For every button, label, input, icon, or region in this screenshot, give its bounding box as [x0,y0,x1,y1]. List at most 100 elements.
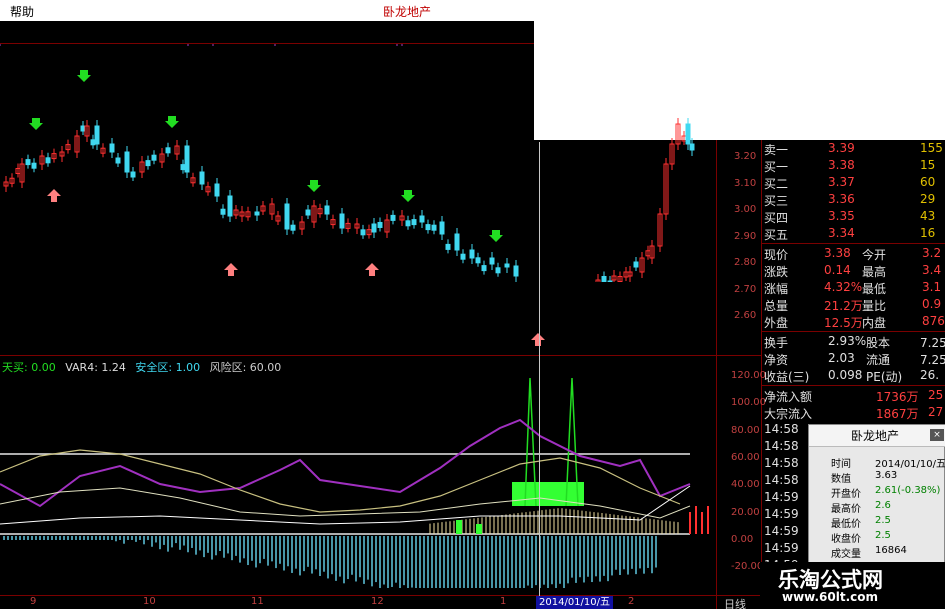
stat-value: 0.14 [824,263,851,277]
stat-value: 3.38 [824,246,851,260]
candle-body [390,214,396,221]
price-tick-label: 2.60 [734,310,757,321]
stock-title: 卧龙地产 [383,5,432,19]
candle-body [130,171,136,178]
sell-signal-arrow-icon [29,118,43,130]
order-volume: 15 [920,158,936,172]
month-label: 9 [30,596,37,607]
candle-body [504,263,510,268]
candle-body [481,265,487,272]
stat-value: 21.2万 [824,299,863,313]
candle-body [214,183,220,197]
stat-value: 8760 [922,314,945,328]
candle-body [360,229,366,236]
candle-body [489,257,495,265]
candle-body [513,265,519,277]
crosshair-vertical [539,142,540,600]
month-label: 12 [371,596,384,607]
watermark: 乐淘公式网 www.60lt.com [760,562,945,609]
tick-time: 14:59 [764,541,799,555]
candle-body [184,145,190,173]
candle-body [145,160,151,167]
stat-label: 内盘 [862,316,887,330]
order-price: 3.34 [828,226,855,240]
sell-signal-arrow-icon [489,230,503,242]
stat-row: 涨幅 4.32% 最低 3.1 [762,279,945,297]
legend-safe-zone: 安全区: 1.00 [135,361,201,374]
signal-block [456,520,462,534]
candle-body [425,224,431,231]
tick-time: 14:59 [764,507,799,521]
finance-label: 流通 [866,353,891,367]
finance-value: 26. [920,368,940,382]
period-selector[interactable]: 日线 [724,596,746,609]
finance-row: 换手 2.93%股本 7.25亿 [762,333,945,351]
indicator-legend: 天买: 0.00 VAR4: 1.24 安全区: 1.00 风险区: 60.00 [2,359,287,375]
popup-row: 收盘价 2.5 [809,530,945,545]
tick-time: 14:58 [764,473,799,487]
indicator-tick-label: 40.00 [731,479,760,491]
sell-signal-arrow-icon [307,180,321,192]
stat-label: 最低 [862,282,887,296]
stat-row: 涨跌 0.14 最高 3.4 [762,262,945,280]
candle-body [220,208,226,215]
buy-signal-arrow-icon [365,263,379,276]
candle-body [445,243,451,250]
popup-value: 3.63 [875,470,898,481]
candle-body [227,195,233,217]
legend-var4: VAR4: 1.24 [65,361,126,374]
tick-time: 14:58 [764,439,799,453]
finance-label: PE(动) [866,370,903,384]
candle-body [460,253,466,260]
flow-value: 1736万 [876,390,919,404]
indicator-tick-label: 0.00 [731,533,754,545]
buy-signal-arrow-icon [224,263,238,276]
legend-tianmai: 天买: 0.00 [2,361,56,374]
candle-body [689,143,695,151]
price-tick-label: 2.80 [734,257,757,268]
order-price: 3.37 [828,175,855,189]
candle-body [31,162,37,169]
price-tick-label: 3.20 [734,151,757,162]
data-popup[interactable]: 卧龙地产 × 时间 2014/01/10/五 数值 3.63 开盘价 2.61(-0.38… [808,424,945,564]
order-book-row: 买五 3.34 16 [762,225,945,243]
popup-close-button[interactable]: × [930,429,944,441]
popup-row: 时间 2014/01/10/五 [809,455,945,470]
stat-value: 4.32% [824,280,863,294]
price-axis-divider [716,140,717,609]
candle-body [25,159,31,166]
stat-label: 涨跌 [764,265,789,279]
quote-separator [762,243,945,244]
indicator-chart[interactable] [0,356,716,596]
order-volume: 29 [920,192,936,206]
candle-body [419,215,425,223]
stat-value: 3.2 [922,246,942,260]
order-volume: 43 [920,209,936,223]
finance-label: 收益(三) [764,370,810,384]
candle-body [254,211,260,216]
flow-label: 净流入额 [764,390,813,404]
order-book-row: 买二 3.37 60 [762,174,945,192]
stat-row: 总量 21.2万 量比 0.9 [762,296,945,314]
order-label: 卖一 [764,143,789,157]
tick-time: 14:58 [764,456,799,470]
popup-value: 2.61(-0.38%) [875,485,941,496]
sell-signal-arrow-icon [401,190,415,202]
finance-value: 2.03 [828,351,855,365]
quote-separator [762,331,945,332]
stat-label: 总量 [764,299,789,313]
candle-body [45,157,51,164]
finance-row: 净资 2.03 流通 7.25亿 [762,350,945,368]
tick-time: 14:58 [764,422,799,436]
candle-body [305,209,311,216]
menu-bar: 帮助 卧龙地产 [0,0,534,21]
popup-value: 2.6 [875,500,891,511]
candle-body [115,157,121,164]
order-price: 3.36 [828,192,855,206]
stat-value: 3.1 [922,280,942,294]
menu-help[interactable]: 帮助 [10,3,34,20]
order-volume: 155 [920,141,943,155]
flow-row: 净流入额 1736万 25 [762,387,945,405]
order-book-row: 买三 3.36 29 [762,191,945,209]
finance-value: 2.93% [828,334,867,348]
